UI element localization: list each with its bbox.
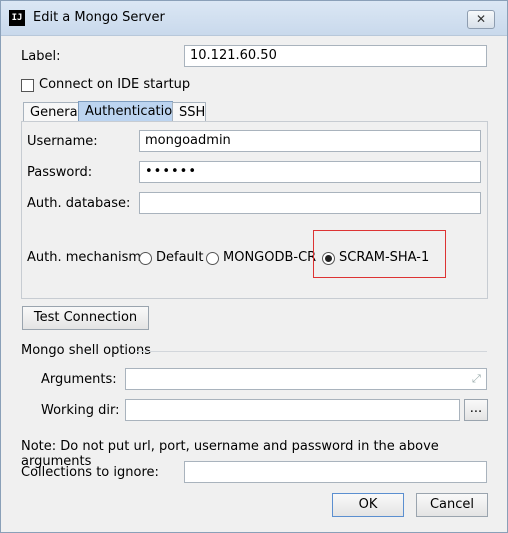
username-label: Username:: [27, 134, 98, 149]
title-bar: IJ Edit a Mongo Server ✕: [1, 1, 507, 36]
section-divider: [137, 351, 487, 352]
radio-default-label: Default: [156, 250, 204, 265]
intellij-app-icon: IJ: [9, 10, 25, 26]
auth-database-input[interactable]: [139, 192, 481, 214]
username-input[interactable]: mongoadmin: [139, 130, 481, 152]
password-input[interactable]: ••••••: [139, 161, 481, 183]
ok-button[interactable]: OK: [332, 493, 404, 517]
close-button[interactable]: ✕: [467, 10, 495, 29]
mongo-shell-options-heading: Mongo shell options: [21, 343, 151, 358]
collections-to-ignore-label: Collections to ignore:: [21, 465, 159, 480]
arguments-input[interactable]: [125, 368, 487, 390]
label-field-label: Label:: [21, 49, 61, 64]
tab-authentication[interactable]: Authentication: [78, 101, 180, 123]
tab-general[interactable]: General: [23, 102, 81, 123]
label-input[interactable]: 10.121.60.50: [184, 45, 487, 67]
password-label: Password:: [27, 165, 93, 180]
cancel-button[interactable]: Cancel: [416, 493, 488, 517]
window-title: Edit a Mongo Server: [33, 10, 165, 25]
highlight-box: [313, 230, 446, 278]
expand-icon[interactable]: ⤢: [472, 373, 484, 385]
connect-on-startup-label: Connect on IDE startup: [39, 77, 191, 92]
auth-database-label: Auth. database:: [27, 196, 131, 211]
arguments-label: Arguments:: [41, 372, 117, 387]
radio-mongodb-cr[interactable]: [206, 252, 219, 265]
connect-on-startup-checkbox[interactable]: [21, 79, 34, 92]
browse-button[interactable]: ...: [464, 399, 488, 421]
auth-mechanism-label: Auth. mechanism:: [27, 250, 146, 265]
radio-default[interactable]: [139, 252, 152, 265]
edit-mongo-server-dialog: IJ Edit a Mongo Server ✕ Label: 10.121.6…: [0, 0, 508, 533]
test-connection-button[interactable]: Test Connection: [22, 306, 149, 330]
radio-mongodb-cr-label: MONGODB-CR: [223, 250, 317, 265]
tab-ssh[interactable]: SSH: [172, 102, 206, 123]
working-dir-input[interactable]: [125, 399, 460, 421]
working-dir-label: Working dir:: [41, 403, 120, 418]
collections-to-ignore-input[interactable]: [184, 461, 487, 483]
